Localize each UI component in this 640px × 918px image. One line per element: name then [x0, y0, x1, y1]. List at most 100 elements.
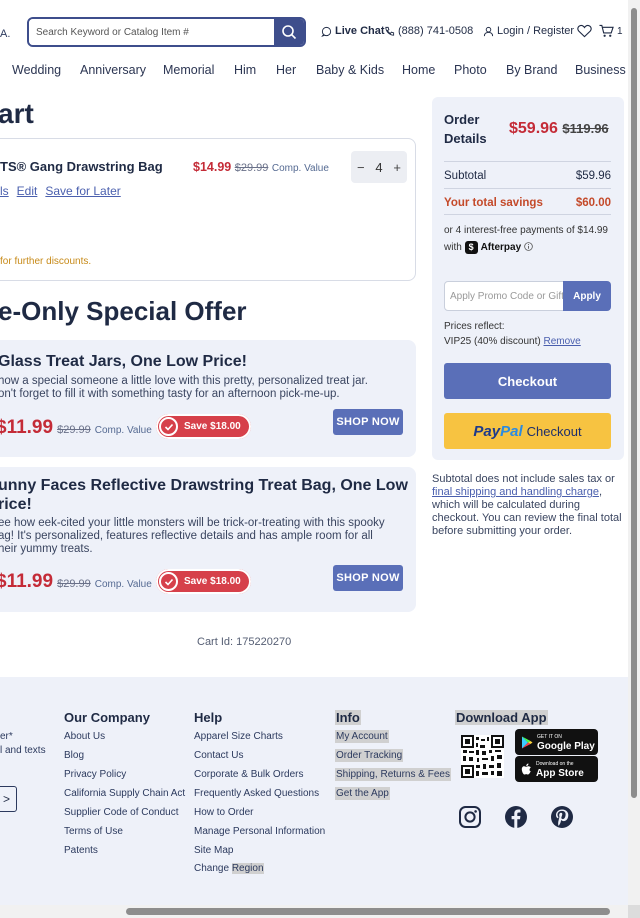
discount-note: for further discounts.	[0, 256, 92, 267]
nav-item-wedding[interactable]: Wedding	[12, 63, 61, 77]
quantity-stepper: − 4 +	[351, 151, 407, 183]
paypal-checkout-button[interactable]: PayPal Checkout	[444, 413, 611, 449]
phone-number: (888) 741-0508	[398, 25, 474, 37]
item-comp-label: Comp. Value	[271, 163, 329, 174]
save-for-later-link[interactable]: Save for Later	[45, 184, 120, 198]
nav-item-him[interactable]: Him	[234, 63, 256, 77]
horizontal-scrollbar-thumb[interactable]	[126, 908, 610, 915]
login-label: Login / Register	[497, 25, 575, 37]
divider	[444, 188, 611, 189]
cart-id: Cart Id: 175220270	[197, 636, 292, 648]
shipping-charge-link[interactable]: final shipping and handling charge	[432, 486, 599, 498]
footer-link[interactable]: Contact Us	[194, 750, 243, 761]
site-logo[interactable]: A.	[0, 28, 10, 40]
app-store-button[interactable]: Download on the App Store	[515, 756, 598, 782]
cart-item-name[interactable]: TS® Gang Drawstring Bag	[0, 159, 163, 174]
search-button[interactable]	[274, 19, 304, 45]
footer-link[interactable]: Shipping, Returns & Fees	[335, 768, 451, 781]
footer-link[interactable]: Order Tracking	[335, 749, 404, 762]
footer-link[interactable]: Corporate & Bulk Orders	[194, 769, 304, 780]
edit-link[interactable]: Edit	[17, 184, 38, 198]
promo-code-input[interactable]	[444, 281, 565, 311]
shop-now-button[interactable]: SHOP NOW	[333, 409, 403, 435]
nav-item-baby-kids[interactable]: Baby & Kids	[316, 63, 384, 77]
quantity-increase-button[interactable]: +	[393, 160, 401, 175]
nav-item-anniversary[interactable]: Anniversary	[80, 63, 146, 77]
savings-label: Your total savings	[444, 197, 543, 209]
promo-code-form: Apply	[444, 281, 611, 311]
offer-price: $11.99 $29.99 Comp. Value	[0, 417, 152, 439]
footer-link[interactable]: Apparel Size Charts	[194, 731, 283, 742]
special-offer-title: e-Only Special Offer	[0, 296, 247, 326]
afterpay-info: or 4 interest-free payments of $14.99 wi…	[444, 222, 616, 256]
footer-link[interactable]: Patents	[64, 845, 98, 856]
phone-link[interactable]: (888) 741-0508	[384, 25, 473, 37]
change-region-link[interactable]: Change Region	[194, 863, 264, 874]
search-icon	[282, 25, 297, 40]
footer-link[interactable]: How to Order	[194, 807, 253, 818]
quantity-value[interactable]: 4	[375, 160, 382, 175]
footer-heading-help: Help	[194, 710, 223, 725]
user-icon	[483, 26, 494, 36]
wishlist-button[interactable]	[577, 24, 592, 38]
phone-icon	[385, 26, 395, 36]
footer-link[interactable]: Site Map	[194, 845, 233, 856]
facebook-icon[interactable]	[504, 805, 528, 829]
footer-link[interactable]: Frequently Asked Questions	[194, 788, 319, 799]
footer-link[interactable]: Supplier Code of Conduct	[64, 807, 179, 818]
newsletter-submit-button[interactable]: >	[0, 786, 17, 812]
afterpay-icon: $	[464, 241, 478, 254]
cart-button[interactable]: 1	[599, 24, 623, 38]
apply-promo-button[interactable]: Apply	[563, 281, 611, 311]
order-original-price: $119.96	[562, 121, 609, 136]
instagram-icon[interactable]	[458, 805, 482, 829]
info-icon[interactable]	[524, 242, 533, 251]
subtotal-row: Subtotal $59.96	[444, 170, 611, 182]
footer-link[interactable]: California Supply Chain Act	[64, 788, 185, 799]
details-link[interactable]: ls	[0, 184, 9, 198]
live-chat-label: Live Chat	[335, 25, 385, 37]
main-nav: Wedding Anniversary Memorial Him Her Bab…	[0, 58, 628, 82]
nav-item-home[interactable]: Home	[402, 63, 435, 77]
offer-title[interactable]: Glass Treat Jars, One Low Price!	[0, 352, 247, 371]
nav-item-her[interactable]: Her	[276, 63, 296, 77]
save-badge: Save $18.00	[156, 569, 251, 594]
footer-link[interactable]: Manage Personal Information	[194, 826, 325, 837]
item-comp-price: $29.99	[234, 162, 269, 174]
nav-item-by-brand[interactable]: By Brand	[506, 63, 557, 77]
vertical-scrollbar-thumb[interactable]	[631, 8, 637, 798]
order-total-price: $59.96	[509, 120, 558, 137]
footer-link[interactable]: About Us	[64, 731, 105, 742]
apple-icon	[521, 763, 531, 774]
nav-item-memorial[interactable]: Memorial	[163, 63, 214, 77]
nav-item-photo[interactable]: Photo	[454, 63, 487, 77]
save-badge: Save $18.00	[156, 414, 251, 439]
live-chat-link[interactable]: Live Chat	[321, 25, 385, 37]
footer-link[interactable]: My Account	[335, 730, 389, 743]
offer-comp-label: Comp. Value	[94, 425, 152, 436]
qr-code-icon	[461, 735, 504, 778]
scrollbar-corner	[628, 905, 640, 918]
footer-link[interactable]: Privacy Policy	[64, 769, 126, 780]
search-input[interactable]	[29, 19, 275, 45]
pinterest-icon[interactable]	[550, 805, 574, 829]
offer-comp-price: $29.99	[57, 424, 91, 436]
checkout-button[interactable]: Checkout	[444, 363, 611, 399]
checkmark-icon	[159, 572, 178, 591]
offer-title[interactable]: unny Faces Reflective Drawstring Treat B…	[0, 476, 408, 514]
footer-heading-info: Info	[335, 710, 361, 725]
footer-link[interactable]: Terms of Use	[64, 826, 123, 837]
heart-icon	[577, 24, 592, 38]
remove-discount-link[interactable]: Remove	[544, 336, 581, 347]
offer-comp-label: Comp. Value	[94, 579, 152, 590]
cart-icon	[599, 24, 614, 37]
offer-sale-price: $11.99	[0, 417, 54, 438]
shop-now-button[interactable]: SHOP NOW	[333, 565, 403, 591]
nav-item-business[interactable]: Business	[575, 63, 626, 77]
google-play-button[interactable]: GET IT ON Google Play	[515, 729, 598, 755]
quantity-decrease-button[interactable]: −	[357, 160, 365, 175]
paypal-logo: PayPal	[473, 422, 523, 440]
footer-link[interactable]: Blog	[64, 750, 84, 761]
footer-link[interactable]: Get the App	[335, 787, 390, 800]
login-link[interactable]: Login / Register	[483, 25, 574, 37]
